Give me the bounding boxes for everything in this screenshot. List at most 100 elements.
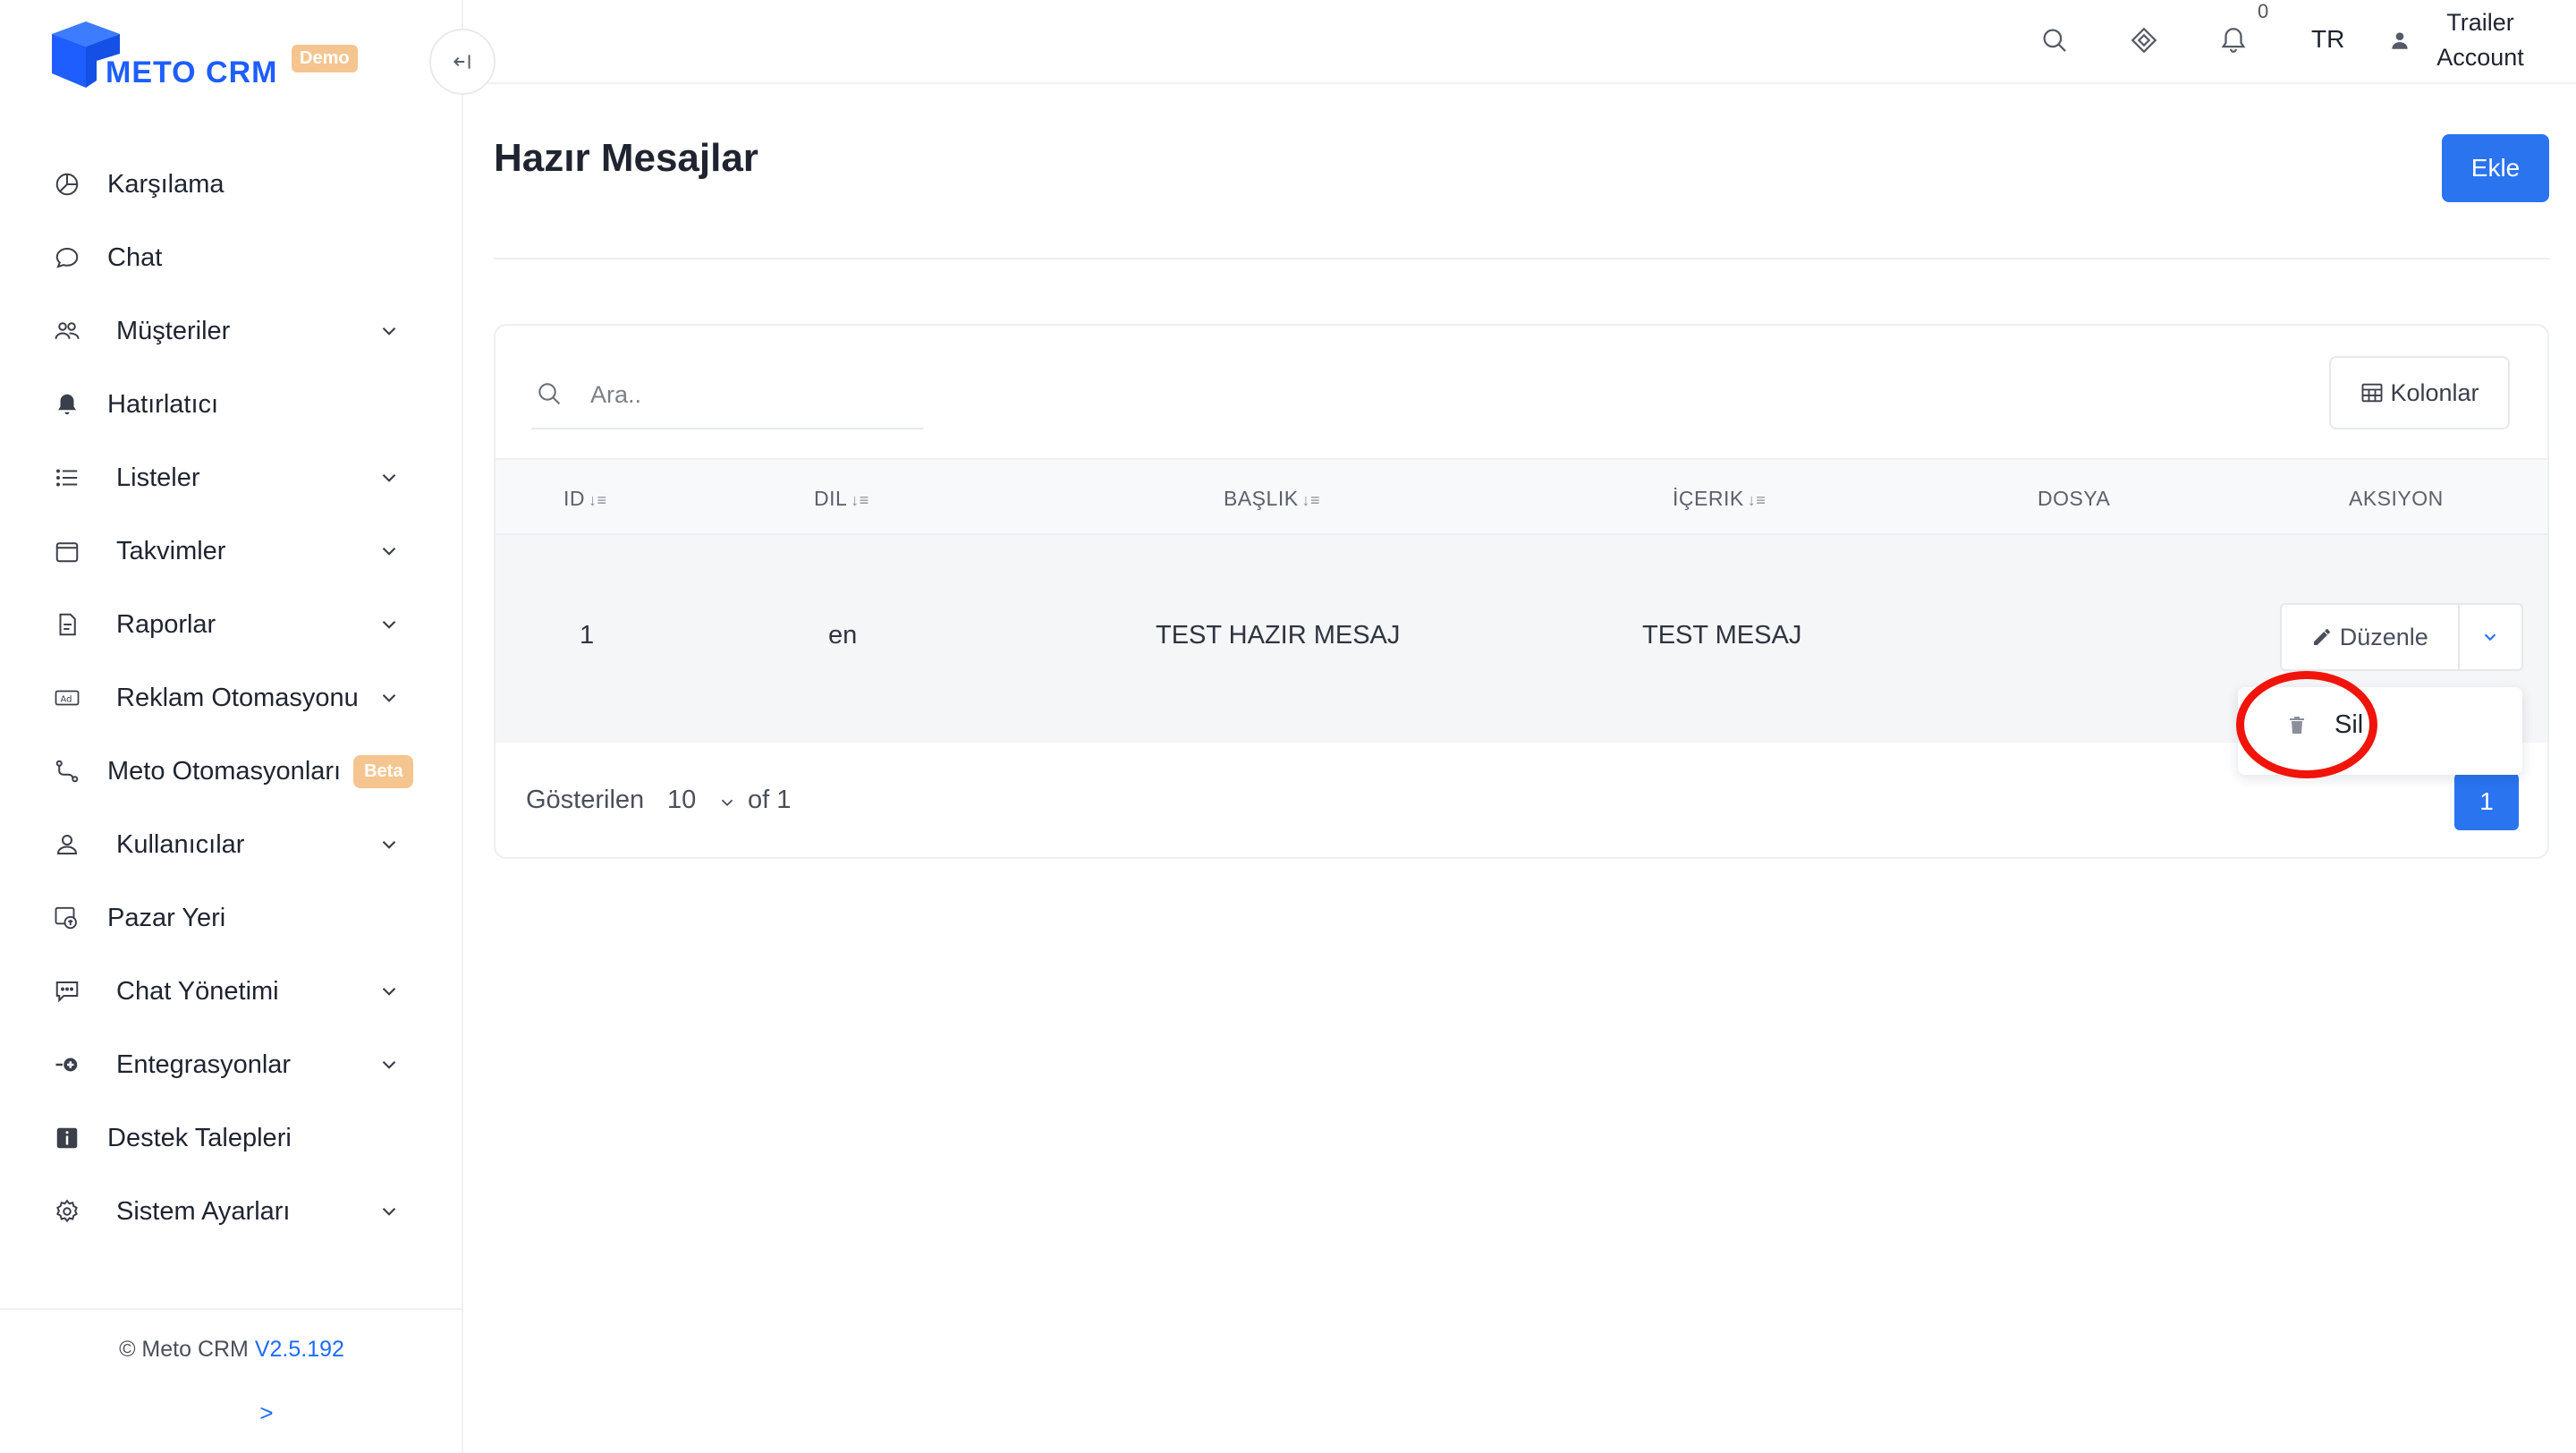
- bell-icon: [52, 389, 82, 420]
- row-actions: Düzenle: [2280, 603, 2523, 671]
- column-header-icerik[interactable]: İÇERIK ↓≡: [1673, 487, 1766, 511]
- edit-label: Düzenle: [2339, 623, 2428, 650]
- svg-text:Ad: Ad: [61, 694, 72, 704]
- search-icon: [538, 383, 561, 405]
- sidebar-item-destek-talepleri[interactable]: Destek Talepleri: [0, 1101, 463, 1175]
- table-card: Kolonlar ID↓≡ DIL↓≡ BAŞLIK↓≡ İÇERIK↓≡ DO…: [494, 324, 2549, 859]
- gear-icon: [52, 1196, 82, 1227]
- sort-icon: ↓≡: [1301, 491, 1321, 509]
- sidebar-item-raporlar[interactable]: Raporlar: [0, 588, 463, 661]
- cell-lang: en: [828, 621, 858, 650]
- header-text: BAŞLIK: [1224, 487, 1299, 510]
- sidebar-item-label: Chat: [107, 242, 163, 272]
- ad-icon: Ad: [52, 683, 82, 713]
- user-name-line1: Trailer: [2446, 9, 2514, 36]
- chevron-down-icon: [382, 620, 396, 629]
- expand-sidebar-link[interactable]: >: [0, 1399, 533, 1427]
- sidebar-item-entegrasyonlar[interactable]: Entegrasyonlar: [0, 1028, 463, 1101]
- header-text: ID: [564, 487, 585, 510]
- user-icon: [2392, 32, 2408, 49]
- sidebar-nav: Karşılama Chat Müşteriler Hatırlatıcı Li…: [0, 148, 463, 1248]
- sidebar-item-takvimler[interactable]: Takvimler: [0, 514, 463, 588]
- shown-label: Gösterilen: [526, 786, 645, 814]
- sidebar-item-kullanicilar[interactable]: Kullanıcılar: [0, 808, 463, 881]
- sidebar-item-pazar-yeri[interactable]: Pazar Yeri: [0, 881, 463, 955]
- page-size-select[interactable]: 10: [667, 786, 696, 815]
- sidebar-item-chat[interactable]: Chat: [0, 221, 463, 294]
- chevron-down-icon: [382, 1060, 396, 1069]
- copyright: © Meto CRM V2.5.192: [0, 1337, 463, 1363]
- user-name-line2: Account: [2436, 44, 2524, 71]
- language-selector[interactable]: TR: [2311, 25, 2344, 54]
- topbar: 0 TR Trailer Account: [463, 0, 2576, 84]
- sidebar-item-label: Kullanıcılar: [116, 829, 245, 859]
- sidebar-item-karsilama[interactable]: Karşılama: [0, 148, 463, 221]
- cell-title: TEST HAZIR MESAJ: [1156, 621, 1401, 650]
- cell-id: 1: [580, 621, 595, 650]
- sidebar-item-label: Meto Otomasyonları: [107, 756, 342, 786]
- user-menu[interactable]: Trailer Account: [2413, 5, 2547, 75]
- cell-content: TEST MESAJ: [1642, 621, 1802, 650]
- column-header-dosya: DOSYA: [2038, 487, 2111, 510]
- divider: [494, 258, 2549, 259]
- sort-icon: ↓≡: [851, 491, 869, 509]
- sidebar-item-listeler[interactable]: Listeler: [0, 441, 463, 514]
- page-button-1[interactable]: 1: [2454, 773, 2519, 830]
- notification-bell-icon[interactable]: [2218, 25, 2249, 55]
- user-icon: [52, 829, 82, 860]
- sidebar-item-label: Reklam Otomasyonu: [116, 683, 359, 712]
- chevron-down-icon: [382, 840, 396, 849]
- sidebar-item-label: Hatırlatıcı: [107, 389, 219, 419]
- actions-dropdown-toggle[interactable]: [2460, 605, 2521, 669]
- add-button[interactable]: Ekle: [2442, 134, 2549, 202]
- flow-icon: [52, 756, 82, 786]
- page-count: of 1: [748, 786, 792, 814]
- sidebar-item-label: Karşılama: [107, 169, 225, 199]
- header-text: İÇERIK: [1673, 487, 1744, 510]
- sidebar-item-sistem-ayarlari[interactable]: Sistem Ayarları: [0, 1175, 463, 1248]
- brand-logo[interactable]: METO CRM Demo: [50, 18, 372, 98]
- sort-icon: ↓≡: [589, 491, 607, 509]
- edit-button[interactable]: Düzenle: [2282, 605, 2460, 669]
- chevron-down-icon[interactable]: [717, 793, 737, 812]
- header-text: DIL: [814, 487, 848, 510]
- column-header-baslik[interactable]: BAŞLIK ↓≡: [1224, 487, 1320, 511]
- sidebar-item-meto-otomasyonlari[interactable]: Meto Otomasyonları Beta: [0, 735, 463, 808]
- document-icon: [52, 609, 82, 640]
- sidebar-item-label: Chat Yönetimi: [116, 976, 279, 1006]
- brand-name: METO CRM: [106, 55, 278, 89]
- page-title: Hazır Mesajlar: [494, 136, 758, 180]
- sidebar-item-reklam-otomasyonu[interactable]: Ad Reklam Otomasyonu: [0, 661, 463, 735]
- sidebar-item-label: Müşteriler: [116, 316, 231, 345]
- users-icon: [52, 316, 82, 346]
- chat-settings-icon: [52, 976, 82, 1007]
- marketplace-icon: [52, 903, 82, 933]
- search-icon[interactable]: [2039, 25, 2070, 55]
- version-link[interactable]: V2.5.192: [255, 1337, 344, 1362]
- columns-button[interactable]: Kolonlar: [2329, 356, 2510, 429]
- info-icon: [52, 1123, 82, 1153]
- sidebar-item-hatirlatici[interactable]: Hatırlatıcı: [0, 368, 463, 441]
- calendar-icon: [52, 536, 82, 566]
- search-input[interactable]: [590, 374, 912, 415]
- highlight-circle: [2236, 671, 2377, 778]
- sidebar-item-musteriler[interactable]: Müşteriler: [0, 294, 463, 368]
- sidebar-item-chat-yonetimi[interactable]: Chat Yönetimi: [0, 955, 463, 1028]
- sidebar-item-label: Raporlar: [116, 609, 216, 639]
- sidebar-footer: © Meto CRM V2.5.192 >: [0, 1308, 463, 1453]
- sidebar-item-label: Takvimler: [116, 536, 226, 565]
- table-header: ID ↓≡ DIL ↓≡ BAŞLIK ↓≡ İÇERIK ↓≡ DOSYA AKSIY…: [496, 458, 2547, 535]
- column-header-id[interactable]: ID ↓≡: [564, 487, 607, 511]
- copyright-text: © Meto CRM: [119, 1337, 249, 1362]
- columns-label: Kolonlar: [2390, 378, 2479, 406]
- chevron-down-icon: [382, 1207, 396, 1216]
- chevron-down-icon: [382, 693, 396, 702]
- sidebar-item-label: Pazar Yeri: [107, 903, 226, 932]
- apps-diamond-icon[interactable]: [2129, 25, 2159, 55]
- chevron-down-icon: [382, 547, 396, 556]
- sort-icon: ↓≡: [1747, 491, 1767, 509]
- column-header-dil[interactable]: DIL ↓≡: [814, 487, 869, 511]
- search-box: [531, 360, 923, 429]
- table-grid-icon: [2362, 383, 2383, 403]
- collapse-sidebar-button[interactable]: [429, 29, 496, 95]
